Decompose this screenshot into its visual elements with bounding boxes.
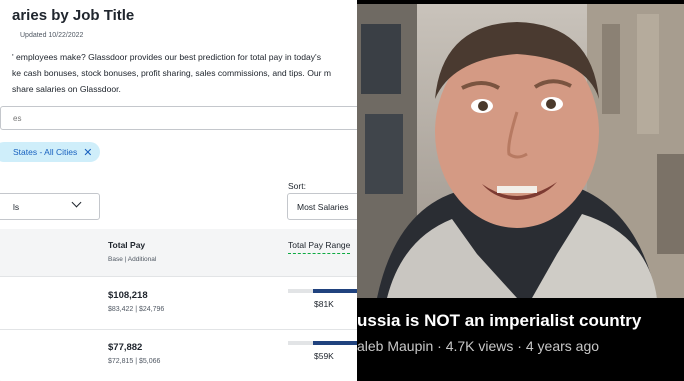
close-icon[interactable]: ✕ (83, 146, 92, 159)
column-header-subtitle: Base | Additional (108, 256, 157, 263)
sort-dropdown-value: Most Salaries (297, 202, 349, 212)
row-median: $59K (314, 351, 334, 361)
video-title[interactable]: ussia is NOT an imperialist country (357, 311, 641, 331)
column-header-range[interactable]: Total Pay Range (288, 240, 351, 254)
row-divider (0, 329, 357, 330)
description-line: ' employees make? Glassdoor provides our… (12, 52, 321, 62)
column-header-total-pay: Total Pay (108, 240, 146, 250)
row-divider (0, 276, 357, 277)
pay-range-fill (313, 341, 357, 345)
video-panel[interactable]: ussia is NOT an imperialist country aleb… (357, 0, 684, 381)
sort-dropdown[interactable]: Most Salaries (287, 193, 357, 220)
location-filter-chip[interactable]: States - All Cities ✕ (0, 142, 101, 162)
row-total-pay[interactable]: $108,218 (108, 290, 148, 301)
sort-label: Sort: (288, 181, 306, 191)
pay-range-bar (288, 289, 357, 293)
page-title: aries by Job Title (12, 7, 135, 24)
filter-dropdown[interactable]: ls (0, 193, 100, 220)
thumbnail-illustration (357, 4, 684, 298)
search-input[interactable] (1, 107, 213, 129)
video-meta: aleb Maupin · 4.7K views · 4 years ago (357, 338, 600, 354)
video-thumbnail[interactable] (357, 4, 684, 298)
row-median: $81K (314, 299, 334, 309)
updated-date: Updated 10/22/2022 (20, 32, 84, 39)
description-line: ke cash bonuses, stock bonuses, profit s… (12, 68, 332, 78)
description: ' employees make? Glassdoor provides our… (12, 49, 357, 97)
pay-range-fill (313, 289, 357, 293)
row-pay-breakdown: $83,422 | $24,796 (108, 306, 165, 313)
search-box[interactable] (0, 106, 357, 130)
chip-label: States - All Cities (13, 147, 78, 157)
glassdoor-panel: aries by Job Title Updated 10/22/2022 ' … (0, 0, 357, 381)
chevron-down-icon (71, 197, 82, 208)
filter-dropdown-value: ls (13, 202, 20, 212)
pay-range-bar (288, 341, 357, 345)
row-pay-breakdown: $72,815 | $5,066 (108, 358, 161, 365)
row-total-pay[interactable]: $77,882 (108, 342, 142, 353)
description-line: share salaries on Glassdoor. (12, 84, 121, 94)
